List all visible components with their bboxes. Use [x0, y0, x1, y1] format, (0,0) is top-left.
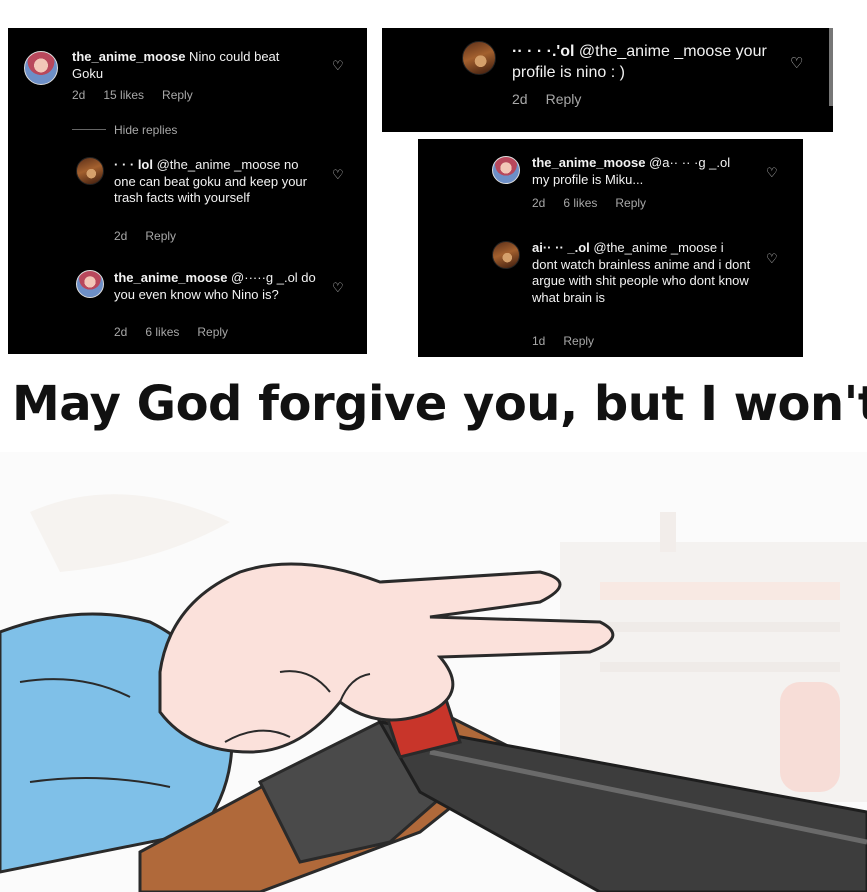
shotgun-loading-illustration [0, 452, 867, 892]
avatar[interactable] [76, 270, 104, 298]
comment-username[interactable]: · · · lol [114, 157, 153, 172]
comment-username[interactable]: ·· · · ·.'ol [512, 43, 574, 60]
heart-icon[interactable]: ♡ [766, 165, 778, 181]
comment-age: 2d [512, 91, 528, 107]
reply-button[interactable]: Reply [546, 91, 582, 107]
avatar[interactable] [462, 41, 496, 75]
reply-comment-2: ·· · · ·.'ol @the_anime _moose your prof… [382, 28, 833, 132]
avatar[interactable] [76, 157, 104, 185]
meme-caption: May God forgive you, but I won't [12, 376, 867, 432]
comment-thread-panel-right: the_anime_moose @a·· ·· ·g _.ol my profi… [418, 139, 803, 357]
likes-count[interactable]: 6 likes [145, 325, 179, 339]
reply-button[interactable]: Reply [563, 334, 594, 348]
comment-the-anime-moose-3: the_anime_moose @a·· ·· ·g _.ol my profi… [418, 139, 803, 229]
comment-username[interactable]: the_anime_moose [532, 155, 645, 170]
reply-comment-1: · · · lol @the_anime _moose no one can b… [8, 148, 367, 248]
likes-count[interactable]: 15 likes [103, 88, 144, 102]
heart-icon[interactable]: ♡ [332, 280, 344, 296]
reply-button[interactable]: Reply [615, 196, 646, 210]
comment-age: 2d [114, 229, 128, 243]
comment-the-anime-moose-1: the_anime_moose Nino could beat Goku 2d 1… [8, 28, 367, 118]
scrollbar[interactable] [829, 28, 833, 106]
comment-age: 2d [72, 88, 86, 102]
comment-age: 2d [114, 325, 128, 339]
comment-username[interactable]: ai·· ·· _.ol [532, 240, 590, 255]
avatar[interactable] [492, 241, 520, 269]
comment-thread-panel-left: the_anime_moose Nino could beat Goku 2d 1… [8, 28, 367, 354]
avatar[interactable] [24, 51, 58, 85]
heart-icon[interactable]: ♡ [766, 251, 778, 267]
reply-button[interactable]: Reply [145, 229, 176, 243]
reply-comment-3: ai·· ·· _.ol @the_anime _moose i dont wa… [418, 233, 803, 357]
comment-username[interactable]: the_anime_moose [72, 49, 185, 64]
comment-the-anime-moose-2: the_anime_moose @·····g _.ol do you even… [8, 262, 367, 352]
avatar[interactable] [492, 156, 520, 184]
heart-icon[interactable]: ♡ [332, 58, 344, 74]
comment-age: 2d [532, 196, 546, 210]
heart-icon[interactable]: ♡ [332, 167, 344, 183]
likes-count[interactable]: 6 likes [563, 196, 597, 210]
hide-replies-button[interactable]: Hide replies [114, 123, 177, 137]
reply-button[interactable]: Reply [197, 325, 228, 339]
comment-username[interactable]: the_anime_moose [114, 270, 227, 285]
comment-panel-top-right: ·· · · ·.'ol @the_anime _moose your prof… [382, 28, 833, 132]
heart-icon[interactable]: ♡ [790, 54, 803, 72]
comment-age: 1d [532, 334, 546, 348]
divider [72, 129, 106, 130]
reply-button[interactable]: Reply [162, 88, 193, 102]
